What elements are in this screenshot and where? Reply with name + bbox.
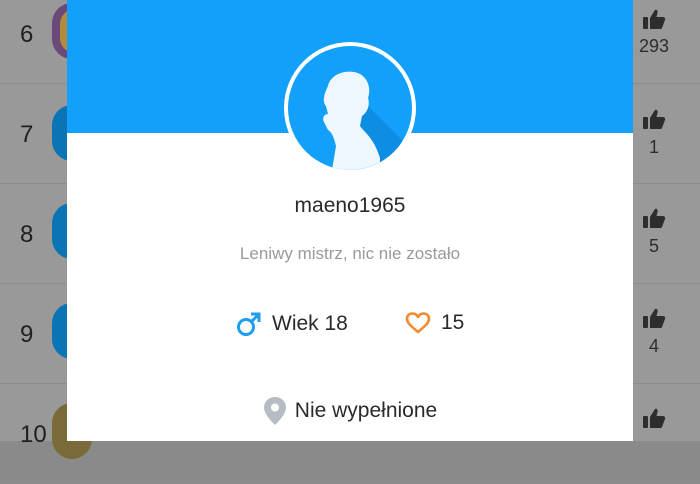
rank-number: 10: [20, 421, 47, 448]
thumbs-up-icon[interactable]: [642, 8, 666, 30]
rank-number: 9: [20, 321, 34, 348]
male-symbol-icon: [237, 312, 261, 336]
age-label: Wiek 18: [272, 312, 348, 335]
likes-count: 15: [441, 311, 465, 334]
age-stat: Wiek 18: [236, 311, 348, 337]
heart-outline-icon: [405, 312, 431, 334]
thumbs-up-icon[interactable]: [642, 207, 666, 229]
rank-number: 8: [20, 221, 34, 248]
likes-stat: 15: [405, 311, 464, 335]
like-count: 4: [648, 336, 659, 356]
profile-card: maeno1965 Leniwy mistrz, nic nie zostało…: [67, 0, 633, 441]
rank-number: 7: [20, 121, 34, 148]
location-pin-icon: [263, 397, 286, 425]
like-count: 1: [648, 137, 659, 157]
location-text: Nie wypełnione: [294, 399, 438, 422]
username: maeno1965: [294, 194, 406, 217]
thumbs-up-icon[interactable]: [642, 108, 666, 130]
thumbs-up-icon[interactable]: [642, 307, 666, 329]
default-avatar-silhouette-icon: [288, 46, 412, 170]
avatar[interactable]: [288, 46, 412, 170]
thumbs-up-icon[interactable]: [642, 407, 666, 429]
rank-number: 6: [20, 21, 34, 48]
location-row: Nie wypełnione: [67, 396, 633, 426]
like-count: 293: [638, 36, 670, 56]
user-bio: Leniwy mistrz, nic nie zostało: [239, 244, 461, 263]
like-count: 5: [648, 236, 659, 256]
